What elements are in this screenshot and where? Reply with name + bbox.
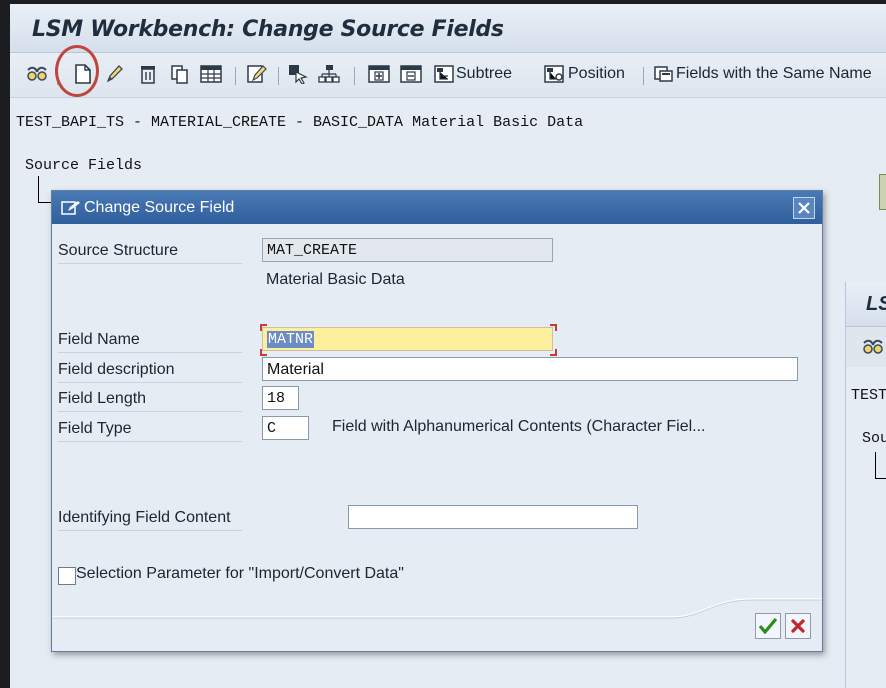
field-length-input[interactable]: 18 [262, 386, 299, 410]
background-control [879, 174, 886, 210]
cancel-x-icon [791, 619, 805, 633]
hierarchy-icon[interactable] [316, 61, 342, 87]
breadcrumb: TEST_BAPI_TS - MATERIAL_CREATE - BASIC_D… [16, 114, 584, 131]
position-button[interactable]: Position [544, 61, 625, 87]
window-title: LSM Workbench: Change Source Fields [32, 17, 504, 42]
fields-same-name-label: Fields with the Same Name [676, 65, 872, 82]
selection-parameter-checkbox[interactable] [58, 567, 76, 585]
change-source-field-dialog: Change Source Field Source Structure MAT… [51, 190, 823, 652]
expand-subtree-icon[interactable] [366, 61, 392, 87]
toolbar-separator [278, 67, 279, 85]
position-label: Position [568, 65, 625, 82]
tree-connector [875, 452, 876, 478]
cancel-button[interactable] [785, 613, 811, 639]
toolbar-separator [354, 67, 355, 85]
focus-marker [550, 324, 557, 331]
field-type-description: Field with Alphanumerical Contents (Char… [332, 418, 706, 435]
source-structure-field: MAT_CREATE [262, 238, 553, 262]
background-window-breadcrumb: TEST [851, 387, 886, 404]
background-window-toolbar [846, 327, 886, 367]
fields-same-name-button[interactable]: Fields with the Same Name [654, 61, 872, 87]
dialog-close-button[interactable] [793, 197, 815, 219]
background-window-titlebar: LS [846, 282, 886, 327]
select-cursor-icon[interactable] [286, 61, 310, 87]
field-description-input[interactable]: Material [262, 357, 798, 381]
identifying-content-label: Identifying Field Content [58, 506, 242, 531]
dialog-titlebar: Change Source Field [52, 191, 822, 224]
field-length-label: Field Length [58, 387, 242, 412]
focus-marker [260, 324, 267, 331]
source-structure-description: Material Basic Data [266, 271, 405, 288]
edit-pencil-icon[interactable] [102, 61, 126, 87]
display-change-icon[interactable] [24, 61, 50, 87]
field-name-value: MATNR [267, 331, 315, 348]
focus-marker [550, 349, 557, 356]
tree-connector [875, 478, 886, 479]
confirm-button[interactable] [755, 613, 781, 639]
title-bar: LSM Workbench: Change Source Fields [10, 4, 886, 53]
checkmark-icon [759, 618, 777, 634]
subtree-icon [434, 65, 454, 83]
fields-same-name-icon [654, 66, 673, 82]
field-type-label: Field Type [58, 417, 242, 442]
selection-parameter-label: Selection Parameter for "Import/Convert … [76, 565, 404, 582]
field-name-label: Field Name [58, 328, 242, 353]
dialog-footer-divider [52, 598, 822, 619]
field-name-input[interactable]: MATNR [262, 327, 553, 351]
edit-document-icon [61, 200, 81, 221]
dialog-body: Source Structure MAT_CREATE Material Bas… [52, 225, 822, 651]
toolbar-separator [643, 67, 644, 85]
field-description-label: Field description [58, 358, 242, 383]
delete-trash-icon[interactable] [136, 61, 160, 87]
change-document-icon[interactable] [244, 61, 270, 87]
background-window-title: LS [866, 293, 886, 315]
collapse-subtree-icon[interactable] [398, 61, 424, 87]
field-type-input[interactable]: C [262, 416, 309, 440]
subtree-button[interactable]: Subtree [434, 61, 512, 87]
background-window-tree-root: Sou [862, 430, 886, 447]
position-icon [544, 65, 564, 83]
application-toolbar: Subtree Position Fields with the Same Na… [10, 53, 886, 98]
toolbar-separator [235, 67, 236, 85]
annotation-highlight-circle [55, 45, 99, 97]
display-change-icon [863, 339, 883, 354]
dialog-title: Change Source Field [84, 199, 235, 216]
table-grid-icon[interactable] [198, 61, 224, 87]
tree-connector [38, 176, 39, 202]
source-structure-label: Source Structure [58, 239, 242, 264]
copy-icon[interactable] [168, 61, 192, 87]
tree-root-source-fields[interactable]: Source Fields [25, 157, 142, 174]
identifying-content-input[interactable] [348, 505, 638, 529]
subtree-label: Subtree [456, 65, 513, 82]
background-window: LS TEST Sou [845, 282, 886, 688]
focus-marker [260, 349, 267, 356]
close-icon [798, 202, 810, 214]
